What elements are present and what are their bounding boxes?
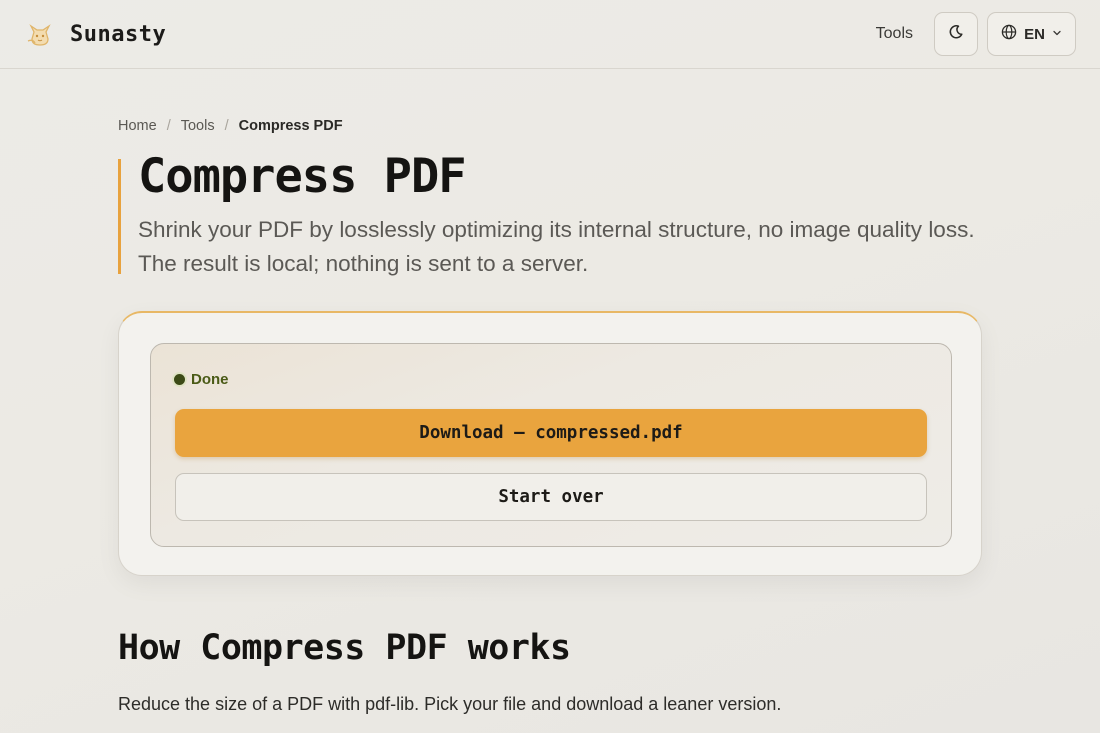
site-header: Sunasty Tools EN — [0, 0, 1100, 69]
chevron-down-icon — [1052, 25, 1062, 43]
download-button[interactable]: Download — compressed.pdf — [175, 409, 927, 457]
how-it-works-description: Reduce the size of a PDF with pdf-lib. P… — [118, 694, 782, 714]
breadcrumb-separator: / — [224, 118, 229, 134]
breadcrumb-current: Compress PDF — [238, 118, 343, 134]
globe-icon — [1001, 24, 1017, 45]
nav-tools-link[interactable]: Tools — [876, 25, 925, 43]
status-text: Done — [191, 371, 229, 388]
result-panel: Done Download — compressed.pdf Start ove… — [150, 343, 952, 547]
language-label: EN — [1024, 25, 1045, 43]
breadcrumb: Home / Tools / Compress PDF — [118, 118, 343, 134]
hero: Compress PDF Shrink your PDF by lossless… — [118, 149, 998, 276]
moon-icon — [948, 24, 964, 45]
page-title: Compress PDF — [138, 149, 467, 204]
tool-card: Done Download — compressed.pdf Start ove… — [118, 311, 982, 576]
page-subtitle: Shrink your PDF by losslessly optimizing… — [138, 217, 975, 276]
brand-link[interactable]: Sunasty — [24, 18, 166, 50]
language-selector[interactable]: EN — [987, 12, 1076, 56]
cat-icon — [24, 18, 56, 50]
breadcrumb-home[interactable]: Home — [118, 118, 157, 134]
breadcrumb-separator: / — [166, 118, 171, 134]
how-it-works-title: How Compress PDF works — [118, 628, 571, 668]
header-actions: Tools EN — [876, 12, 1076, 56]
status-badge: Done — [174, 371, 229, 388]
brand-name: Sunasty — [70, 21, 167, 47]
theme-toggle-button[interactable] — [934, 12, 978, 56]
start-over-button[interactable]: Start over — [175, 473, 927, 521]
breadcrumb-tools[interactable]: Tools — [181, 118, 215, 134]
status-dot-icon — [174, 374, 185, 385]
